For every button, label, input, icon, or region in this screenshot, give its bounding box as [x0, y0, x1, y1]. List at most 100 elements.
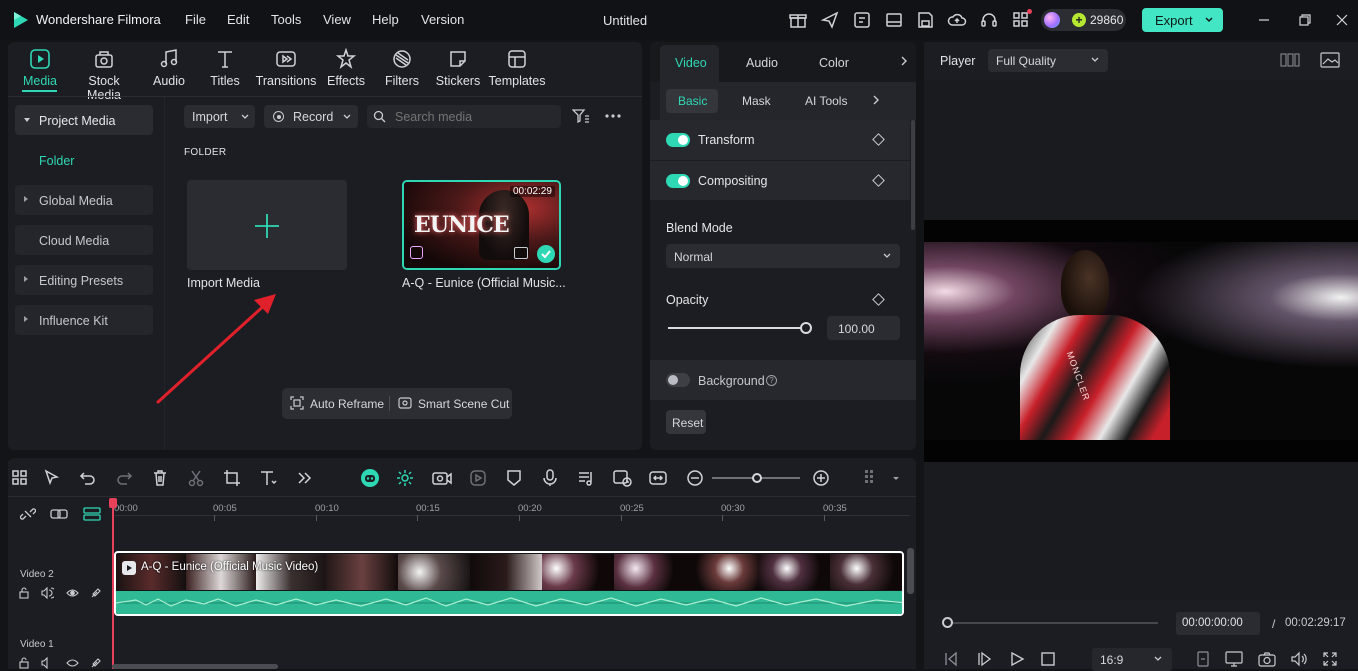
zoom-slider-knob[interactable]: [752, 473, 762, 483]
track-volume-icon[interactable]: [41, 657, 54, 669]
track-volume-icon[interactable]: [41, 587, 54, 599]
transform-toggle[interactable]: [666, 133, 690, 147]
more-tools-icon[interactable]: [295, 469, 313, 487]
menu-help[interactable]: Help: [372, 12, 399, 27]
select-tool-icon[interactable]: [43, 469, 61, 487]
undo-icon[interactable]: [79, 469, 97, 487]
sidebar-item-editing-presets[interactable]: Editing Presets: [15, 265, 153, 295]
menu-edit[interactable]: Edit: [227, 12, 249, 27]
import-dropdown[interactable]: Import: [184, 105, 255, 128]
unlink-icon[interactable]: [20, 506, 36, 522]
chevron-down-icon[interactable]: [891, 474, 901, 484]
crop-icon[interactable]: [223, 469, 241, 487]
layout-switch-icon[interactable]: [11, 469, 29, 487]
sidebar-item-project-media[interactable]: Project Media: [15, 105, 153, 135]
track-settings-icon[interactable]: [90, 587, 102, 599]
quality-select[interactable]: Full Quality: [988, 49, 1108, 72]
eye-icon[interactable]: [66, 588, 79, 598]
text-tool-icon[interactable]: [259, 469, 277, 487]
eye-icon[interactable]: [66, 658, 79, 668]
tab-transitions[interactable]: Transitions: [255, 48, 317, 88]
playhead-handle[interactable]: [109, 498, 117, 508]
previous-frame-icon[interactable]: [943, 651, 959, 667]
delete-icon[interactable]: [151, 469, 169, 487]
sidebar-item-influence-kit[interactable]: Influence Kit: [15, 305, 153, 335]
speed-ramp-icon[interactable]: [649, 469, 667, 487]
track-settings-icon[interactable]: [90, 657, 102, 669]
tab-templates[interactable]: Templates: [487, 48, 547, 88]
transform-section[interactable]: Transform: [650, 120, 910, 160]
link-icon[interactable]: [50, 506, 68, 522]
menu-tools[interactable]: Tools: [271, 12, 301, 27]
record-dropdown[interactable]: Record: [264, 105, 358, 128]
playhead[interactable]: [112, 500, 114, 669]
video-preview[interactable]: MONCLER: [924, 220, 1358, 462]
help-icon[interactable]: ?: [766, 375, 777, 386]
marker-icon[interactable]: [505, 469, 523, 487]
grid-view-icon[interactable]: [1280, 53, 1300, 67]
cloud-upload-icon[interactable]: [947, 10, 967, 30]
tab-stickers[interactable]: Stickers: [428, 48, 488, 88]
zoom-in-icon[interactable]: [812, 469, 830, 487]
compositing-toggle[interactable]: [666, 174, 690, 188]
display-icon[interactable]: [1225, 651, 1243, 667]
ai-mate-icon[interactable]: [360, 468, 380, 488]
tab-media[interactable]: Media: [10, 48, 70, 88]
audio-mixer-icon[interactable]: [577, 469, 595, 487]
feedback-icon[interactable]: [852, 10, 872, 30]
microphone-icon[interactable]: [541, 469, 559, 487]
tab-stock-media[interactable]: Stock Media: [74, 48, 134, 102]
tab-audio-props[interactable]: Audio: [746, 56, 778, 70]
background-section[interactable]: Background ?: [650, 360, 916, 400]
redo-icon[interactable]: [115, 469, 133, 487]
import-media-tile[interactable]: [187, 180, 347, 270]
cut-icon[interactable]: [187, 469, 205, 487]
compositing-section[interactable]: Compositing: [650, 160, 910, 200]
menu-view[interactable]: View: [323, 12, 351, 27]
sidebar-item-cloud-media[interactable]: Cloud Media: [15, 225, 153, 255]
auto-highlight-icon[interactable]: [396, 469, 414, 487]
zoom-out-icon[interactable]: [686, 469, 704, 487]
tab-effects[interactable]: Effects: [316, 48, 376, 88]
chevron-right-icon[interactable]: [871, 94, 881, 106]
export-button[interactable]: Export: [1142, 8, 1223, 32]
tab-filters[interactable]: Filters: [372, 48, 432, 88]
menu-version[interactable]: Version: [421, 12, 464, 27]
lock-icon[interactable]: [18, 657, 30, 669]
close-icon[interactable]: [1334, 12, 1350, 28]
save-icon[interactable]: [915, 10, 935, 30]
play-reverse-icon[interactable]: [976, 651, 992, 667]
opacity-slider-knob[interactable]: [800, 322, 812, 334]
send-icon[interactable]: [820, 10, 840, 30]
render-preview-icon[interactable]: [1196, 651, 1210, 667]
tab-titles[interactable]: Titles: [195, 48, 255, 88]
add-track-icon[interactable]: [83, 506, 101, 522]
menu-file[interactable]: File: [185, 12, 206, 27]
video-effect-icon[interactable]: [432, 469, 452, 487]
sidebar-item-folder[interactable]: Folder: [39, 154, 74, 168]
background-toggle[interactable]: [666, 373, 690, 387]
minimize-icon[interactable]: [1256, 12, 1272, 28]
timeline-layout-icon[interactable]: [864, 469, 882, 487]
layout-icon[interactable]: [884, 10, 904, 30]
blend-mode-select[interactable]: Normal: [666, 244, 900, 268]
tab-color[interactable]: Color: [819, 56, 849, 70]
opacity-value-field[interactable]: 100.00: [827, 316, 900, 340]
play-icon[interactable]: [1009, 651, 1025, 667]
tab-audio[interactable]: Audio: [139, 48, 199, 88]
lock-icon[interactable]: [18, 587, 30, 599]
timeline-horizontal-scrollbar[interactable]: [112, 664, 278, 669]
sidebar-item-global-media[interactable]: Global Media: [15, 185, 153, 215]
properties-scrollbar[interactable]: [911, 120, 915, 230]
opacity-slider[interactable]: [668, 322, 812, 334]
tab-video[interactable]: Video: [660, 45, 719, 82]
stop-icon[interactable]: [1041, 652, 1055, 666]
current-time-box[interactable]: 00:00:00:00: [1176, 612, 1260, 635]
more-options-icon[interactable]: [604, 110, 622, 122]
snapshot-view-icon[interactable]: [1320, 52, 1340, 68]
aspect-ratio-select[interactable]: 16:9: [1092, 648, 1172, 671]
reset-button[interactable]: Reset: [666, 410, 706, 434]
timeline-clip[interactable]: A-Q - Eunice (Official Music Video): [114, 551, 904, 616]
subtab-mask[interactable]: Mask: [742, 94, 771, 108]
filter-sort-icon[interactable]: [572, 108, 590, 124]
